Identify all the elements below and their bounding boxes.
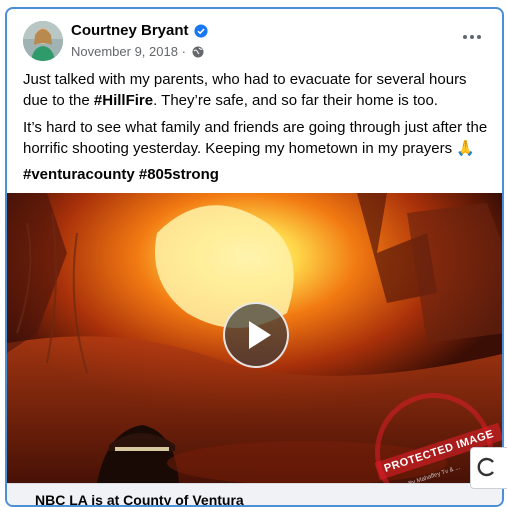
paragraph-1-end: . They’re safe, and so far their home is…	[153, 92, 438, 109]
post-meta: November 9, 2018 ·	[71, 44, 204, 59]
globe-icon	[192, 46, 204, 57]
post-paragraph-2: It’s hard to see what family and friends…	[23, 119, 488, 157]
author-name[interactable]: Courtney Bryant	[71, 22, 208, 39]
hashtag-hillfire[interactable]: #HillFire	[94, 92, 153, 109]
play-icon	[249, 321, 271, 349]
refresh-icon	[477, 457, 494, 477]
play-button[interactable]	[223, 302, 289, 368]
avatar-photo	[23, 21, 63, 61]
post-hashtags[interactable]: #venturacounty #805strong	[23, 164, 490, 185]
verified-badge-icon	[193, 23, 208, 38]
post-card: Courtney Bryant November 9, 2018 · Just …	[5, 7, 504, 507]
video-caption-bar[interactable]: NBC LA is at County of Ventura	[7, 483, 502, 505]
avatar[interactable]	[23, 21, 63, 61]
post-paragraph-1: Just talked with my parents, who had to …	[23, 69, 490, 111]
side-reload-button[interactable]	[470, 447, 507, 489]
post-date[interactable]: November 9, 2018 ·	[71, 44, 186, 59]
video-thumbnail[interactable]: PROTECTED IMAGE By Mahaffey Tv & ...	[7, 193, 502, 483]
author-name-text[interactable]: Courtney Bryant	[71, 22, 189, 39]
video-caption[interactable]: NBC LA is at County of Ventura	[35, 492, 244, 505]
more-options-icon[interactable]	[458, 29, 486, 45]
